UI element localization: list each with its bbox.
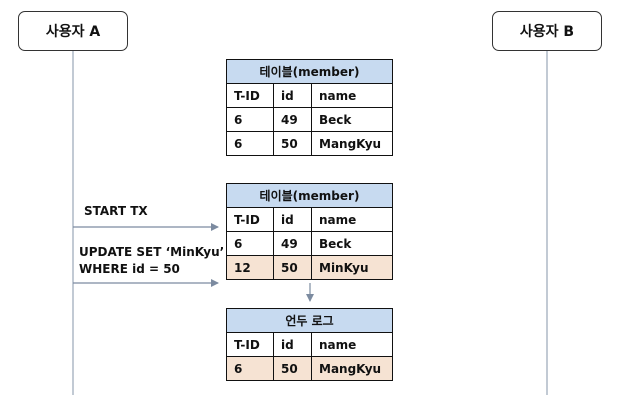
- member-table-before: 테이블(member) T-ID id name 6 49 Beck 6 50 …: [226, 59, 393, 156]
- table-caption-row: 테이블(member): [226, 59, 393, 84]
- table-row: 6 49 Beck: [226, 107, 393, 132]
- table-caption-row: 언두 로그: [226, 308, 393, 333]
- table-caption: 테이블(member): [226, 59, 393, 84]
- cell-tid: 12: [226, 255, 274, 280]
- cell-id: 50: [273, 131, 312, 156]
- table-row-highlighted: 6 50 MangKyu: [226, 356, 393, 381]
- table-caption: 언두 로그: [226, 308, 393, 333]
- update-label-line1: UPDATE SET ‘MinKyu’: [79, 245, 225, 259]
- member-table-after: 테이블(member) T-ID id name 6 49 Beck 12 50…: [226, 183, 393, 280]
- cell-id: 50: [273, 255, 312, 280]
- cell-id: 49: [273, 231, 312, 256]
- cell-tid: 6: [226, 131, 274, 156]
- cell-tid: 6: [226, 356, 274, 381]
- table-caption-row: 테이블(member): [226, 183, 393, 208]
- cell-tid: 6: [226, 107, 274, 132]
- column-header-id: id: [273, 83, 312, 108]
- actor-a-label: 사용자 A: [45, 24, 101, 40]
- update-label-line2: WHERE id = 50: [79, 262, 180, 276]
- cell-name: Beck: [311, 231, 393, 256]
- column-header-tid: T-ID: [226, 332, 274, 357]
- undo-log-table: 언두 로그 T-ID id name 6 50 MangKyu: [226, 308, 393, 381]
- table-row: 6 49 Beck: [226, 231, 393, 256]
- cell-name: MangKyu: [311, 356, 393, 381]
- cell-id: 50: [273, 356, 312, 381]
- table-header-row: T-ID id name: [226, 83, 393, 108]
- column-header-id: id: [273, 207, 312, 232]
- column-header-tid: T-ID: [226, 83, 274, 108]
- actor-a-box: 사용자 A: [18, 11, 128, 51]
- start-tx-label: START TX: [84, 204, 148, 218]
- table-header-row: T-ID id name: [226, 207, 393, 232]
- column-header-tid: T-ID: [226, 207, 274, 232]
- cell-id: 49: [273, 107, 312, 132]
- cell-name: MinKyu: [311, 255, 393, 280]
- actor-b-label: 사용자 B: [519, 24, 575, 40]
- actor-b-box: 사용자 B: [492, 11, 602, 51]
- table-row: 6 50 MangKyu: [226, 131, 393, 156]
- column-header-name: name: [311, 83, 393, 108]
- table-caption: 테이블(member): [226, 183, 393, 208]
- column-header-name: name: [311, 332, 393, 357]
- table-header-row: T-ID id name: [226, 332, 393, 357]
- table-row-highlighted: 12 50 MinKyu: [226, 255, 393, 280]
- cell-name: Beck: [311, 107, 393, 132]
- column-header-name: name: [311, 207, 393, 232]
- cell-tid: 6: [226, 231, 274, 256]
- cell-name: MangKyu: [311, 131, 393, 156]
- column-header-id: id: [273, 332, 312, 357]
